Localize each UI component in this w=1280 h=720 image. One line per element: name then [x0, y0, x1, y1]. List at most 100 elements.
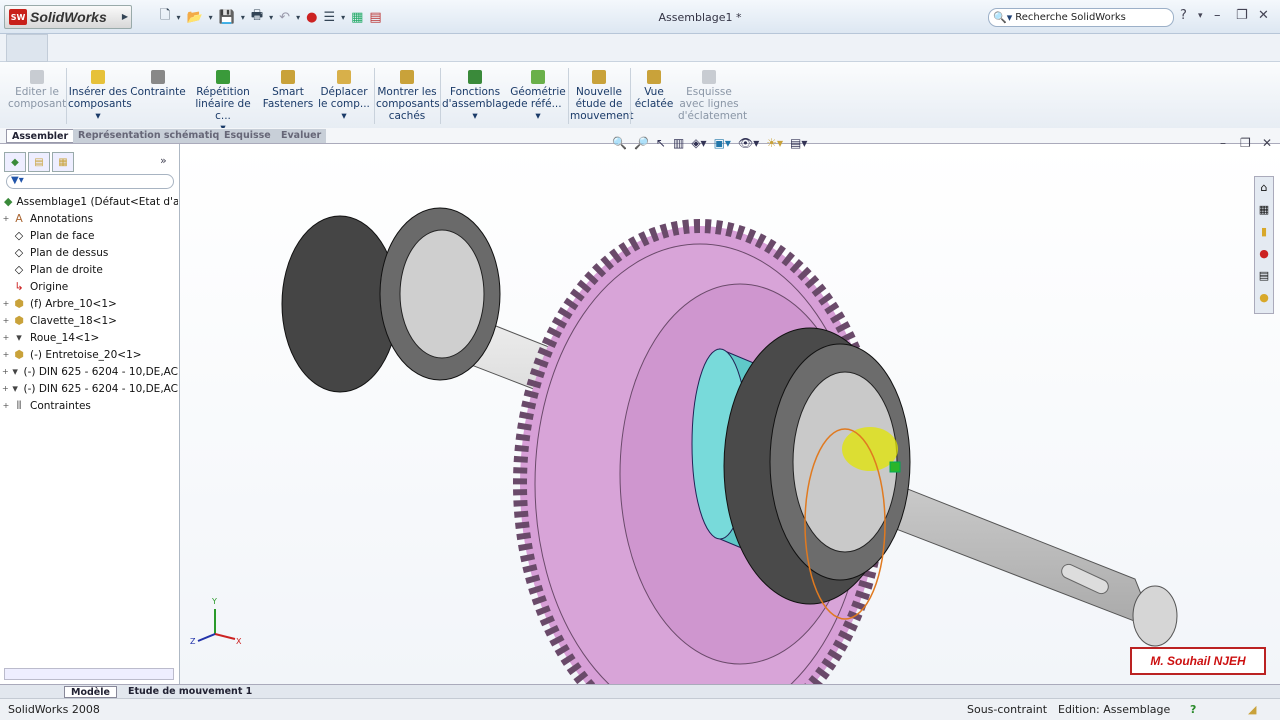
- exploded-view-button[interactable]: Vue éclatée: [632, 70, 676, 110]
- move-component-button[interactable]: Déplacer le comp... ▾: [316, 70, 372, 122]
- expand-panel-icon[interactable]: »: [160, 154, 167, 167]
- insert-components-label: Insérer des composants: [68, 86, 132, 110]
- configuration-manager-tab-icon[interactable]: ▦: [52, 152, 74, 172]
- open-folder-icon[interactable]: 📂: [186, 10, 202, 25]
- toolbar-handle[interactable]: [6, 34, 48, 62]
- solidworks-menu-button[interactable]: SW SolidWorks ▶: [4, 5, 132, 29]
- graphics-area[interactable]: Y X Z: [180, 144, 1280, 720]
- section-view-icon[interactable]: ▥: [673, 136, 684, 150]
- restore-icon[interactable]: ❐: [1236, 8, 1248, 23]
- chevron-down-icon[interactable]: ▾: [1198, 11, 1203, 21]
- divider: [66, 68, 67, 124]
- display-style-icon[interactable]: ▣▾: [714, 136, 731, 150]
- tree-item-mates[interactable]: + ⦀ Contraintes: [2, 397, 178, 414]
- tab-motion-study[interactable]: Etude de mouvement 1: [122, 686, 258, 698]
- hide-show-icon[interactable]: 👁▾: [738, 136, 759, 150]
- secondary-toolbar: [0, 34, 1280, 62]
- selection-handle[interactable]: [889, 461, 901, 473]
- edit-component-label: Editer le composant: [8, 86, 67, 110]
- plane-icon: ◇: [14, 228, 24, 242]
- close-icon[interactable]: ✕: [1258, 8, 1269, 23]
- tree-root-assembly[interactable]: ◆ Assemblage1 (Défaut<Etat d'affic: [2, 193, 178, 210]
- scene-icon[interactable]: ▤▾: [790, 136, 807, 150]
- expand-icon[interactable]: +: [2, 333, 10, 342]
- tab-model[interactable]: Modèle: [64, 686, 117, 698]
- tab-assembler[interactable]: Assembler: [6, 129, 75, 143]
- linear-pattern-button[interactable]: Répétition linéaire de c...▾: [188, 70, 258, 134]
- expand-icon[interactable]: +: [2, 384, 9, 393]
- explode-line-sketch-button[interactable]: Esquisse avec lignes d'éclatement: [678, 70, 747, 122]
- design-library-icon[interactable]: ▦: [1255, 199, 1273, 221]
- viewport-minimize-icon[interactable]: –: [1220, 136, 1226, 150]
- new-document-icon[interactable]: 🗋: [160, 6, 170, 28]
- grid-icon[interactable]: ▦: [351, 10, 363, 25]
- search-results-icon[interactable]: ●: [1255, 243, 1273, 265]
- brick-icon[interactable]: ▤: [369, 10, 381, 25]
- plane-icon: ◇: [14, 262, 24, 276]
- expand-icon[interactable]: +: [2, 214, 10, 223]
- expand-icon[interactable]: +: [2, 316, 10, 325]
- property-manager-tab-icon[interactable]: ▤: [28, 152, 50, 172]
- options-icon[interactable]: ☰: [323, 10, 335, 25]
- tree-item-right-plane[interactable]: ◇ Plan de droite: [2, 261, 178, 278]
- tree-item-key[interactable]: + ⬢ Clavette_18<1>: [2, 312, 178, 329]
- bearing-left-inner: [399, 229, 485, 359]
- expand-icon[interactable]: +: [2, 350, 10, 359]
- annotation-icon: A: [15, 211, 23, 225]
- exploded-view-label: Vue éclatée: [634, 86, 674, 110]
- constraint-status: Sous-contraint: [967, 703, 1048, 716]
- previous-view-icon[interactable]: ↖: [656, 136, 666, 150]
- rebuild-icon[interactable]: ●: [306, 10, 317, 25]
- expand-icon[interactable]: +: [2, 401, 10, 410]
- assembly-model[interactable]: Y X Z: [180, 144, 1280, 720]
- tree-item-shaft[interactable]: + ⬢ (f) Arbre_10<1>: [2, 295, 178, 312]
- assembly-features-button[interactable]: Fonctions d'assemblage ▾: [442, 70, 515, 122]
- paperclip-icon: [151, 70, 165, 84]
- tree-item-wheel[interactable]: + ▾ Roue_14<1>: [2, 329, 178, 346]
- viewport-restore-icon[interactable]: ❐: [1240, 136, 1251, 150]
- tab-schematic[interactable]: Représentation schématique: [73, 129, 238, 143]
- tree-item-bearing-1[interactable]: + ▾ (-) DIN 625 - 6204 - 10,DE,AC: [2, 363, 178, 380]
- view-orientation-icon[interactable]: ◈▾: [691, 136, 706, 150]
- tab-evaluate[interactable]: Evaluer: [276, 129, 327, 143]
- smart-fasteners-button[interactable]: Smart Fasteners: [262, 70, 314, 110]
- print-icon[interactable]: 🖶: [251, 6, 263, 28]
- tree-item-origin[interactable]: ↳ Origine: [2, 278, 178, 295]
- view-palette-icon[interactable]: ▤: [1255, 265, 1273, 287]
- insert-components-button[interactable]: Insérer des composants ▾: [68, 70, 132, 122]
- edit-component-icon: [30, 70, 44, 84]
- mate-button[interactable]: Contrainte: [130, 70, 186, 98]
- help-status-icon[interactable]: ?: [1190, 703, 1196, 716]
- expand-icon[interactable]: +: [2, 367, 9, 376]
- help-icon[interactable]: ?: [1180, 8, 1187, 23]
- minimize-icon[interactable]: –: [1214, 8, 1221, 23]
- zoom-area-icon[interactable]: 🔎: [634, 136, 649, 150]
- insert-components-icon: [91, 70, 105, 84]
- appearance-icon[interactable]: ☀▾: [766, 136, 783, 150]
- title-bar: SW SolidWorks ▶ 🗋 ▾ 📂 ▾ 💾 ▾ 🖶 ▾ ↶ ▾ ● ☰ ▾ ▦ ▤ …: [0, 0, 1280, 34]
- show-hidden-components-button[interactable]: Montrer les composants cachés: [376, 70, 440, 122]
- tree-item-front-plane[interactable]: ◇ Plan de face: [2, 227, 178, 244]
- new-motion-study-button[interactable]: Nouvelle étude de mouvement: [570, 70, 633, 122]
- file-explorer-icon[interactable]: ▮: [1255, 221, 1273, 243]
- tree-filter-input[interactable]: ▼▾: [6, 174, 174, 189]
- horizontal-scrollbar[interactable]: [4, 668, 174, 680]
- tree-item-annotations[interactable]: + A Annotations: [2, 210, 178, 227]
- search-input[interactable]: 🔍▾ Recherche SolidWorks: [988, 8, 1174, 27]
- rebuild-status-icon[interactable]: ◢: [1248, 703, 1256, 716]
- edit-component-button[interactable]: Editer le composant: [8, 70, 66, 110]
- tree-item-bearing-2[interactable]: + ▾ (-) DIN 625 - 6204 - 10,DE,AC: [2, 380, 178, 397]
- undo-icon[interactable]: ↶: [279, 10, 290, 25]
- viewport-close-icon[interactable]: ✕: [1262, 136, 1272, 150]
- tree-item-top-plane[interactable]: ◇ Plan de dessus: [2, 244, 178, 261]
- save-icon[interactable]: 💾: [219, 10, 235, 25]
- tab-sketch[interactable]: Esquisse: [219, 129, 276, 143]
- new-motion-study-label: Nouvelle étude de mouvement: [570, 86, 634, 122]
- expand-icon[interactable]: +: [2, 299, 10, 308]
- resources-icon[interactable]: ⌂: [1255, 177, 1273, 199]
- tree-item-spacer[interactable]: + ⬢ (-) Entretoise_20<1>: [2, 346, 178, 363]
- zoom-to-fit-icon[interactable]: 🔍: [612, 136, 627, 150]
- reference-geometry-button[interactable]: Géométrie de réfé... ▾: [510, 70, 566, 122]
- appearances-icon[interactable]: ●: [1255, 287, 1273, 309]
- feature-tree-tab-icon[interactable]: ◆: [4, 152, 26, 172]
